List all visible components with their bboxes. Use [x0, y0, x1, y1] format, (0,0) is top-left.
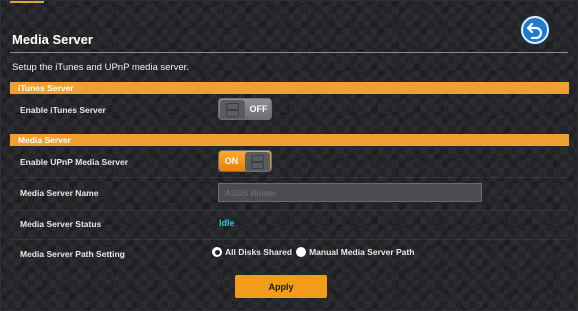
- radio-label: Manual Media Server Path: [309, 247, 415, 257]
- radio-button-unchecked[interactable]: [296, 247, 307, 257]
- media-server-path-label: Media Server Path Setting: [20, 249, 125, 259]
- toggle-state-label: OFF: [249, 104, 268, 114]
- top-accent-bar: [10, 0, 44, 3]
- row-separator: [12, 239, 568, 240]
- enable-itunes-label: Enable iTunes Server: [20, 105, 106, 115]
- title-divider: [10, 52, 568, 53]
- path-setting-radio-group: All Disks Shared Manual Media Server Pat…: [212, 247, 418, 257]
- radio-all-disks-shared[interactable]: All Disks Shared: [212, 247, 292, 257]
- section-header-itunes: iTunes Server: [10, 82, 569, 94]
- section-header-media-server: Media Server: [10, 134, 569, 146]
- itunes-server-toggle[interactable]: OFF: [218, 98, 272, 120]
- page-title: Media Server: [12, 32, 93, 47]
- toggle-state-label: ON: [224, 156, 239, 166]
- media-server-status-value: Idle: [219, 218, 235, 228]
- page-subtitle: Setup the iTunes and UPnP media server.: [12, 62, 189, 73]
- toggle-knob: [245, 152, 270, 171]
- media-server-name-label: Media Server Name: [20, 188, 99, 198]
- back-button[interactable]: [521, 16, 549, 44]
- apply-button[interactable]: Apply: [235, 275, 327, 298]
- radio-manual-media-server-path[interactable]: Manual Media Server Path: [296, 247, 414, 257]
- media-server-status-label: Media Server Status: [20, 219, 102, 229]
- radio-button-checked[interactable]: [212, 247, 222, 257]
- row-separator: [12, 210, 568, 211]
- toggle-knob: [220, 100, 245, 119]
- enable-upnp-label: Enable UPnP Media Server: [20, 157, 129, 167]
- row-separator: [12, 177, 568, 178]
- radio-label: All Disks Shared: [225, 247, 293, 257]
- back-arrow-icon: [526, 22, 543, 39]
- media-server-name-input[interactable]: [218, 183, 482, 202]
- upnp-media-server-toggle[interactable]: ON: [218, 150, 272, 172]
- media-server-page: Media Server Setup the iTunes and UPnP m…: [0, 0, 578, 311]
